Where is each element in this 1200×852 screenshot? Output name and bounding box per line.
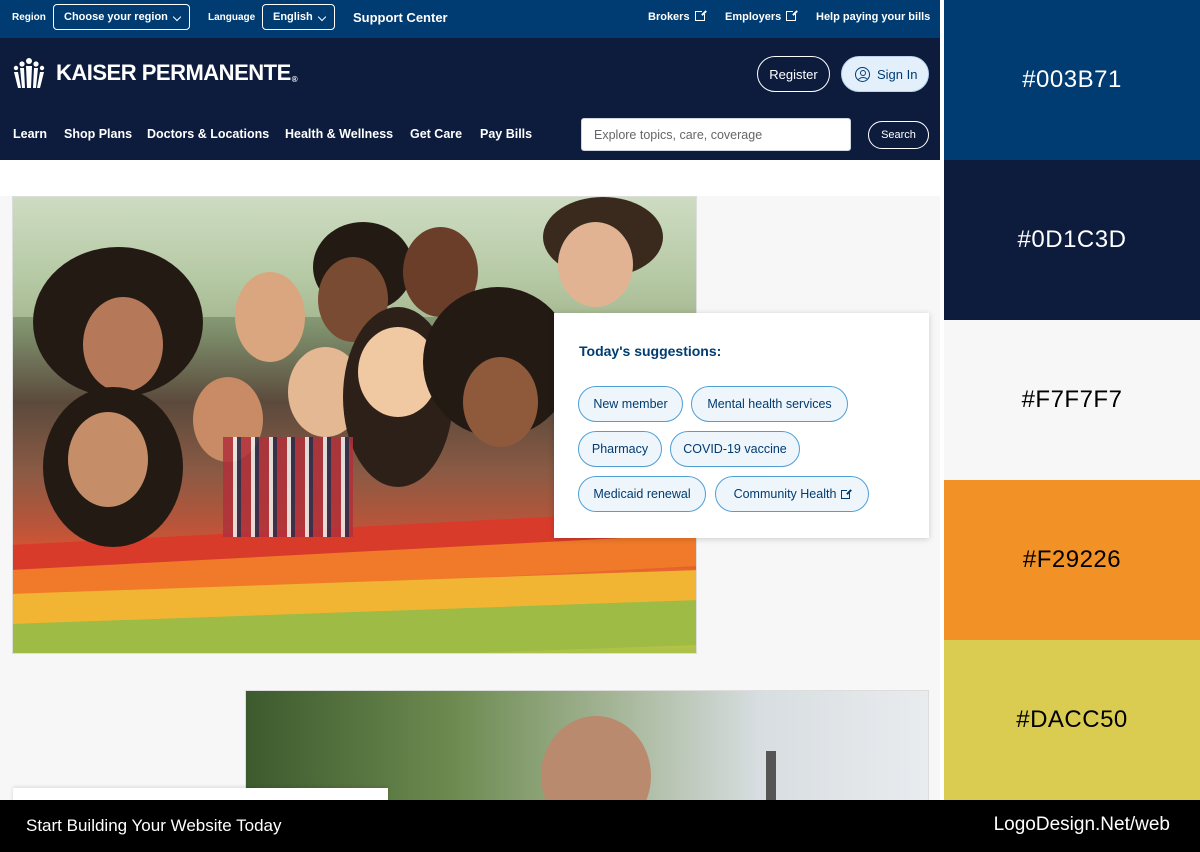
swatch-primary-blue: #003B71	[944, 0, 1200, 160]
register-button[interactable]: Register	[757, 56, 830, 92]
person-face	[83, 297, 163, 392]
chip-community-health-label: Community Health	[733, 487, 837, 501]
logo-text: KAISER PERMANENTE	[56, 60, 291, 85]
person-face	[68, 412, 148, 507]
chevron-down-icon	[317, 12, 327, 22]
person-face	[463, 357, 538, 447]
main-header: KAISER PERMANENTE® Register Sign In Lear…	[0, 38, 940, 160]
suggestions-title: Today's suggestions:	[579, 343, 722, 359]
search-button[interactable]: Search	[868, 121, 929, 149]
swatch-navy: #0D1C3D	[944, 160, 1200, 320]
region-label: Region	[12, 12, 46, 23]
lamp-post	[766, 751, 776, 800]
chip-pharmacy[interactable]: Pharmacy	[578, 431, 662, 467]
external-link-icon	[841, 488, 853, 499]
external-link-icon	[786, 9, 799, 21]
nav-get-care[interactable]: Get Care	[410, 127, 462, 141]
footer-banner: Start Building Your Website Today LogoDe…	[0, 800, 1200, 852]
language-label: Language	[208, 12, 256, 23]
nav-shop-plans[interactable]: Shop Plans	[64, 127, 132, 141]
brokers-link-label: Brokers	[648, 11, 690, 23]
sign-in-button[interactable]: Sign In	[841, 56, 929, 92]
sign-in-label: Sign In	[877, 67, 918, 82]
person-face	[558, 222, 633, 307]
swatch-orange: #F29226	[944, 480, 1200, 640]
kaiser-permanente-logo[interactable]: KAISER PERMANENTE®	[12, 56, 298, 90]
website-mockup: Region Choose your region Language Engli…	[0, 0, 940, 800]
chip-covid-19-vaccine[interactable]: COVID-19 vaccine	[670, 431, 800, 467]
plaid-shirt	[223, 437, 353, 537]
region-select-value: Choose your region	[64, 11, 168, 23]
suggestions-card: Today's suggestions: New member Mental h…	[554, 313, 929, 538]
swatch-hex-label: #0D1C3D	[1017, 226, 1127, 253]
spacer-strip	[0, 160, 940, 196]
employers-link[interactable]: Employers	[725, 9, 799, 23]
help-paying-bills-link[interactable]: Help paying your bills	[816, 11, 930, 23]
nav-pay-bills[interactable]: Pay Bills	[480, 127, 532, 141]
user-icon	[855, 67, 870, 82]
chip-new-member[interactable]: New member	[578, 386, 683, 422]
external-link-icon	[694, 9, 707, 21]
footer-tagline: Start Building Your Website Today	[26, 816, 282, 835]
swatch-yellow: #DACC50	[944, 640, 1200, 800]
employers-link-label: Employers	[725, 11, 782, 23]
logo-wordmark: KAISER PERMANENTE®	[56, 60, 298, 86]
secondary-photo	[245, 690, 929, 800]
brokers-link[interactable]: Brokers	[648, 9, 707, 23]
nav-learn[interactable]: Learn	[13, 127, 47, 141]
search-input[interactable]	[581, 118, 851, 151]
footer-link[interactable]: LogoDesign.Net/web	[994, 814, 1170, 836]
color-palette: #003B71 #0D1C3D #F7F7F7 #F29226 #DACC50	[944, 0, 1200, 800]
swatch-light-gray: #F7F7F7	[944, 320, 1200, 480]
region-select[interactable]: Choose your region	[53, 4, 190, 30]
logo-figures-icon	[13, 58, 45, 88]
person-face	[235, 272, 305, 362]
person-face	[541, 716, 651, 800]
support-center-link[interactable]: Support Center	[353, 10, 448, 25]
utility-bar: Region Choose your region Language Engli…	[0, 0, 940, 38]
language-select[interactable]: English	[262, 4, 335, 30]
chip-medicaid-renewal[interactable]: Medicaid renewal	[578, 476, 706, 512]
chip-community-health[interactable]: Community Health	[715, 476, 869, 512]
nav-health-wellness[interactable]: Health & Wellness	[285, 127, 393, 141]
language-select-value: English	[273, 11, 313, 23]
swatch-hex-label: #003B71	[1022, 66, 1122, 93]
registered-mark: ®	[291, 75, 298, 84]
swatch-hex-label: #DACC50	[1016, 706, 1128, 733]
nav-doctors-locations[interactable]: Doctors & Locations	[147, 127, 269, 141]
secondary-card	[13, 788, 388, 800]
chip-mental-health-services[interactable]: Mental health services	[691, 386, 848, 422]
chevron-down-icon	[172, 12, 182, 22]
swatch-hex-label: #F29226	[1022, 546, 1122, 573]
swatch-hex-label: #F7F7F7	[1021, 386, 1123, 413]
